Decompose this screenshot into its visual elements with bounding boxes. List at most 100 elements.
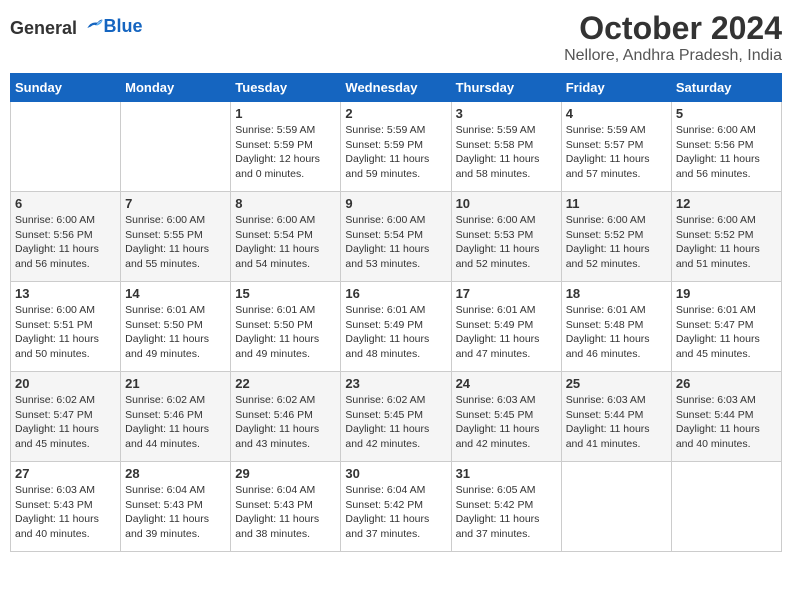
day-number: 14	[125, 286, 226, 301]
day-info: Sunrise: 6:00 AM Sunset: 5:54 PM Dayligh…	[235, 213, 336, 272]
title-area: October 2024 Nellore, Andhra Pradesh, In…	[564, 10, 782, 65]
day-info: Sunrise: 6:02 AM Sunset: 5:46 PM Dayligh…	[235, 393, 336, 452]
day-info: Sunrise: 5:59 AM Sunset: 5:59 PM Dayligh…	[235, 123, 336, 182]
day-info: Sunrise: 6:02 AM Sunset: 5:45 PM Dayligh…	[345, 393, 446, 452]
day-number: 7	[125, 196, 226, 211]
logo-bird-icon	[84, 14, 104, 34]
calendar-cell: 17Sunrise: 6:01 AM Sunset: 5:49 PM Dayli…	[451, 282, 561, 372]
calendar-cell: 1 Sunrise: 5:59 AM Sunset: 5:59 PM Daylig…	[231, 102, 341, 192]
day-number: 24	[456, 376, 557, 391]
day-number: 11	[566, 196, 667, 211]
day-number: 8	[235, 196, 336, 211]
day-info: Sunrise: 5:59 AM Sunset: 5:58 PM Dayligh…	[456, 123, 557, 182]
calendar-cell: 26 Sunrise: 6:03 AM Sunset: 5:44 PM Dayli…	[671, 372, 781, 462]
day-number: 26	[676, 376, 777, 391]
day-info: Sunrise: 6:01 AM Sunset: 5:47 PM Dayligh…	[676, 303, 777, 362]
day-number: 18	[566, 286, 667, 301]
col-sunday: Sunday	[11, 74, 121, 102]
calendar-cell: 14 Sunrise: 6:01 AM Sunset: 5:50 PM Dayli…	[121, 282, 231, 372]
day-info: Sunrise: 6:04 AM Sunset: 5:42 PM Dayligh…	[345, 483, 446, 542]
calendar-table: Sunday Monday Tuesday Wednesday Thursday…	[10, 73, 782, 552]
calendar-cell: 29 Sunrise: 6:04 AM Sunset: 5:43 PM Dayli…	[231, 462, 341, 552]
day-info: Sunrise: 6:00 AM Sunset: 5:53 PM Dayligh…	[456, 213, 557, 272]
day-info: Sunrise: 6:00 AM Sunset: 5:56 PM Dayligh…	[15, 213, 116, 272]
logo-general: General	[10, 18, 77, 38]
calendar-cell: 20 Sunrise: 6:02 AM Sunset: 5:47 PM Dayli…	[11, 372, 121, 462]
week-row-4: 20 Sunrise: 6:02 AM Sunset: 5:47 PM Dayli…	[11, 372, 782, 462]
calendar-cell: 18 Sunrise: 6:01 AM Sunset: 5:48 PM Dayli…	[561, 282, 671, 372]
page-subtitle: Nellore, Andhra Pradesh, India	[564, 47, 782, 65]
calendar-cell: 2Sunrise: 5:59 AM Sunset: 5:59 PM Daylig…	[341, 102, 451, 192]
day-number: 13	[15, 286, 116, 301]
day-number: 27	[15, 466, 116, 481]
day-number: 2	[345, 106, 446, 121]
col-monday: Monday	[121, 74, 231, 102]
day-info: Sunrise: 6:03 AM Sunset: 5:44 PM Dayligh…	[566, 393, 667, 452]
calendar-cell: 12Sunrise: 6:00 AM Sunset: 5:52 PM Dayli…	[671, 192, 781, 282]
week-row-1: 1 Sunrise: 5:59 AM Sunset: 5:59 PM Daylig…	[11, 102, 782, 192]
day-info: Sunrise: 6:03 AM Sunset: 5:44 PM Dayligh…	[676, 393, 777, 452]
calendar-cell: 21Sunrise: 6:02 AM Sunset: 5:46 PM Dayli…	[121, 372, 231, 462]
logo-blue: Blue	[104, 16, 143, 36]
calendar-cell: 13 Sunrise: 6:00 AM Sunset: 5:51 PM Dayli…	[11, 282, 121, 372]
calendar-cell: 19 Sunrise: 6:01 AM Sunset: 5:47 PM Dayli…	[671, 282, 781, 372]
day-number: 3	[456, 106, 557, 121]
day-info: Sunrise: 6:00 AM Sunset: 5:51 PM Dayligh…	[15, 303, 116, 362]
calendar-cell	[561, 462, 671, 552]
day-number: 23	[345, 376, 446, 391]
calendar-cell: 5Sunrise: 6:00 AM Sunset: 5:56 PM Daylig…	[671, 102, 781, 192]
day-info: Sunrise: 6:01 AM Sunset: 5:48 PM Dayligh…	[566, 303, 667, 362]
day-info: Sunrise: 6:01 AM Sunset: 5:49 PM Dayligh…	[345, 303, 446, 362]
day-number: 25	[566, 376, 667, 391]
day-info: Sunrise: 6:01 AM Sunset: 5:50 PM Dayligh…	[235, 303, 336, 362]
day-number: 20	[15, 376, 116, 391]
day-info: Sunrise: 6:05 AM Sunset: 5:42 PM Dayligh…	[456, 483, 557, 542]
day-info: Sunrise: 5:59 AM Sunset: 5:57 PM Dayligh…	[566, 123, 667, 182]
day-number: 10	[456, 196, 557, 211]
calendar-cell: 24 Sunrise: 6:03 AM Sunset: 5:45 PM Dayli…	[451, 372, 561, 462]
calendar-cell: 28Sunrise: 6:04 AM Sunset: 5:43 PM Dayli…	[121, 462, 231, 552]
week-row-3: 13 Sunrise: 6:00 AM Sunset: 5:51 PM Dayli…	[11, 282, 782, 372]
week-row-5: 27 Sunrise: 6:03 AM Sunset: 5:43 PM Dayli…	[11, 462, 782, 552]
day-number: 29	[235, 466, 336, 481]
day-number: 31	[456, 466, 557, 481]
day-info: Sunrise: 6:00 AM Sunset: 5:52 PM Dayligh…	[566, 213, 667, 272]
week-row-2: 6 Sunrise: 6:00 AM Sunset: 5:56 PM Daylig…	[11, 192, 782, 282]
calendar-cell: 10 Sunrise: 6:00 AM Sunset: 5:53 PM Dayli…	[451, 192, 561, 282]
col-wednesday: Wednesday	[341, 74, 451, 102]
logo: General Blue	[10, 14, 143, 39]
day-info: Sunrise: 6:00 AM Sunset: 5:56 PM Dayligh…	[676, 123, 777, 182]
header-row: Sunday Monday Tuesday Wednesday Thursday…	[11, 74, 782, 102]
calendar-cell: 9Sunrise: 6:00 AM Sunset: 5:54 PM Daylig…	[341, 192, 451, 282]
day-info: Sunrise: 6:02 AM Sunset: 5:47 PM Dayligh…	[15, 393, 116, 452]
calendar-cell: 23 Sunrise: 6:02 AM Sunset: 5:45 PM Dayli…	[341, 372, 451, 462]
day-number: 28	[125, 466, 226, 481]
calendar-cell: 4 Sunrise: 5:59 AM Sunset: 5:57 PM Daylig…	[561, 102, 671, 192]
day-info: Sunrise: 6:00 AM Sunset: 5:55 PM Dayligh…	[125, 213, 226, 272]
day-number: 1	[235, 106, 336, 121]
calendar-cell: 22 Sunrise: 6:02 AM Sunset: 5:46 PM Dayli…	[231, 372, 341, 462]
col-thursday: Thursday	[451, 74, 561, 102]
calendar-cell: 27 Sunrise: 6:03 AM Sunset: 5:43 PM Dayli…	[11, 462, 121, 552]
day-number: 9	[345, 196, 446, 211]
calendar-cell: 16Sunrise: 6:01 AM Sunset: 5:49 PM Dayli…	[341, 282, 451, 372]
calendar-cell	[11, 102, 121, 192]
day-number: 4	[566, 106, 667, 121]
day-number: 6	[15, 196, 116, 211]
day-info: Sunrise: 6:03 AM Sunset: 5:43 PM Dayligh…	[15, 483, 116, 542]
col-tuesday: Tuesday	[231, 74, 341, 102]
day-info: Sunrise: 6:04 AM Sunset: 5:43 PM Dayligh…	[235, 483, 336, 542]
calendar-cell: 6 Sunrise: 6:00 AM Sunset: 5:56 PM Daylig…	[11, 192, 121, 282]
page-header: General Blue October 2024 Nellore, Andhr…	[10, 10, 782, 65]
day-number: 17	[456, 286, 557, 301]
calendar-cell: 30 Sunrise: 6:04 AM Sunset: 5:42 PM Dayli…	[341, 462, 451, 552]
day-info: Sunrise: 6:03 AM Sunset: 5:45 PM Dayligh…	[456, 393, 557, 452]
day-number: 19	[676, 286, 777, 301]
calendar-cell: 11 Sunrise: 6:00 AM Sunset: 5:52 PM Dayli…	[561, 192, 671, 282]
day-number: 21	[125, 376, 226, 391]
day-number: 15	[235, 286, 336, 301]
day-number: 22	[235, 376, 336, 391]
day-info: Sunrise: 6:01 AM Sunset: 5:50 PM Dayligh…	[125, 303, 226, 362]
calendar-cell	[121, 102, 231, 192]
day-number: 30	[345, 466, 446, 481]
